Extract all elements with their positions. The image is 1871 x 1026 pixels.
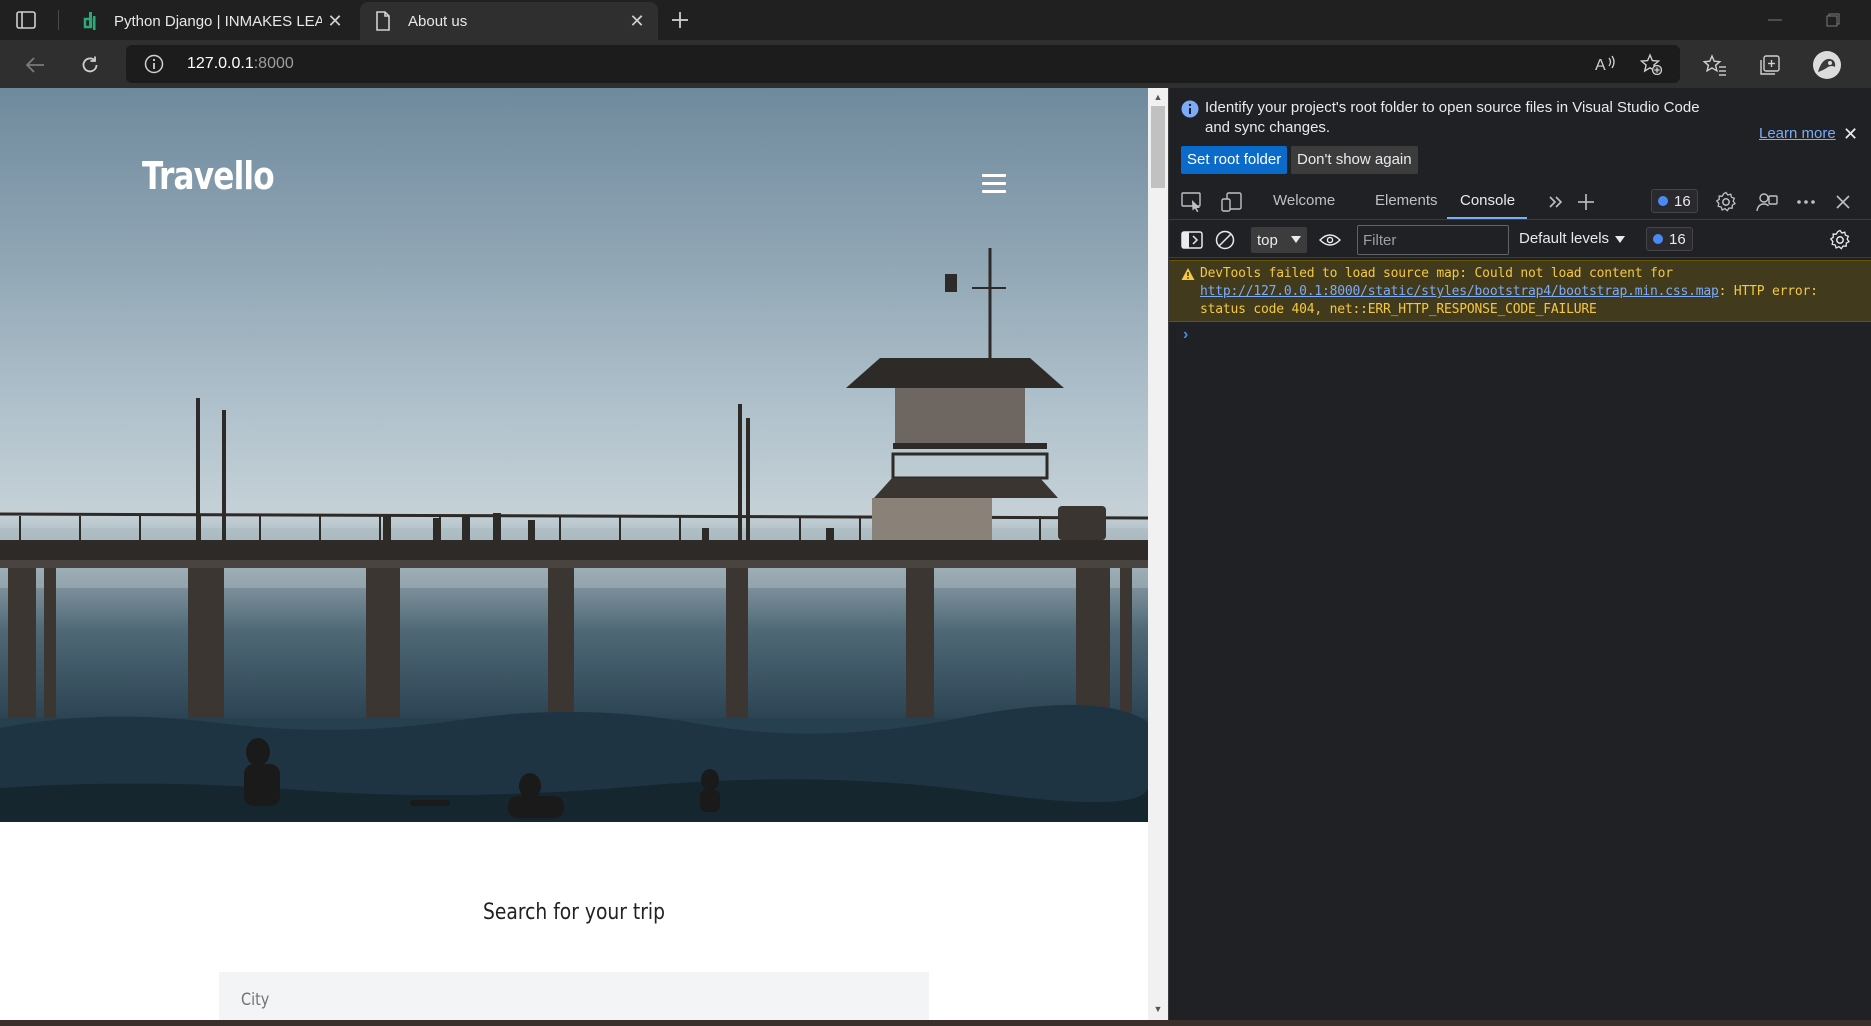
scrollbar-thumb[interactable] — [1151, 106, 1165, 188]
show-sidebar-icon[interactable] — [1180, 228, 1204, 252]
address-bar[interactable]: 127.0.0.1:8000 A — [126, 45, 1680, 83]
add-favorite-icon[interactable] — [1639, 52, 1663, 76]
hamburger-bar — [982, 174, 1006, 177]
tab-title: About us — [408, 12, 468, 30]
tab-about-us[interactable]: About us ✕ — [360, 2, 658, 40]
messages-badge[interactable]: 16 — [1646, 227, 1693, 251]
tab-strip: Python Django | INMAKES LEARNING HUB ✕ A… — [0, 0, 1871, 40]
pier-photo — [0, 248, 1148, 822]
clear-console-icon[interactable] — [1213, 228, 1237, 252]
tab-separator — [58, 10, 59, 30]
scroll-down-icon[interactable]: ▼ — [1153, 1004, 1163, 1014]
add-tab-icon[interactable] — [1574, 190, 1598, 214]
device-emulation-icon[interactable] — [1220, 190, 1244, 214]
learn-more-link[interactable]: Learn more — [1759, 125, 1836, 142]
tab-django[interactable]: Python Django | INMAKES LEARNING HUB ✕ — [66, 2, 356, 40]
site-brand-logo[interactable]: Travello — [142, 154, 275, 198]
info-icon — [1181, 100, 1199, 118]
page-favicon-icon — [372, 10, 394, 32]
url-host: 127.0.0.1 — [187, 55, 254, 72]
settings-gear-icon[interactable] — [1714, 190, 1738, 214]
more-tabs-chevron-icon[interactable] — [1544, 190, 1568, 214]
browser-toolbar: 127.0.0.1:8000 A — [0, 40, 1871, 88]
chevron-down-icon — [1291, 236, 1301, 243]
tab-title: Python Django | INMAKES LEARNING HUB — [114, 12, 322, 30]
hamburger-menu-icon[interactable] — [982, 174, 1006, 194]
inspect-element-icon[interactable] — [1180, 190, 1204, 214]
restore-icon[interactable] — [1821, 8, 1845, 32]
favorites-icon[interactable] — [1700, 50, 1730, 80]
profile-avatar-icon[interactable] — [1812, 50, 1842, 80]
issues-count: 16 — [1674, 192, 1691, 210]
more-options-icon[interactable] — [1794, 190, 1818, 214]
close-devtools-icon[interactable] — [1831, 190, 1855, 214]
context-value: top — [1257, 231, 1278, 249]
console-settings-gear-icon[interactable] — [1828, 228, 1852, 252]
hamburger-bar — [982, 190, 1006, 193]
read-aloud-icon[interactable]: A — [1594, 52, 1618, 76]
django-favicon-icon — [78, 10, 100, 32]
tab-actions-icon[interactable] — [14, 8, 38, 32]
log-levels-label: Default levels — [1519, 230, 1610, 247]
infobar-close-icon[interactable]: ✕ — [1843, 124, 1858, 145]
console-prompt[interactable]: › — [1183, 326, 1188, 344]
minimize-icon[interactable] — [1763, 8, 1787, 32]
customize-icon[interactable] — [1755, 190, 1779, 214]
message-icon — [1653, 234, 1663, 244]
messages-count: 16 — [1669, 230, 1686, 248]
warning-icon — [1181, 267, 1195, 281]
infobar-text: Identify your project's root folder to o… — [1205, 99, 1700, 136]
city-label: City — [241, 990, 270, 1010]
infobar: Identify your project's root folder to o… — [1169, 88, 1871, 180]
console-filter-input[interactable] — [1357, 225, 1509, 255]
tab-console[interactable]: Console — [1460, 192, 1515, 209]
tab-welcome[interactable]: Welcome — [1273, 192, 1335, 209]
collections-icon[interactable] — [1755, 50, 1785, 80]
active-tab-indicator — [1447, 217, 1527, 219]
devtools-tabbar: Welcome Elements Console 16 — [1169, 182, 1871, 220]
hamburger-bar — [982, 182, 1006, 185]
page-scrollbar[interactable]: ▲ ▼ — [1148, 88, 1168, 1020]
url-port: :8000 — [253, 55, 294, 72]
taskbar-edge — [0, 1020, 1871, 1026]
log-levels-dropdown[interactable]: Default levels — [1519, 230, 1626, 247]
scroll-up-icon[interactable]: ▲ — [1153, 92, 1163, 102]
site-info-icon[interactable] — [144, 54, 164, 74]
tab-elements[interactable]: Elements — [1375, 192, 1438, 209]
svg-text:A: A — [1595, 57, 1606, 74]
set-root-folder-button[interactable]: Set root folder — [1181, 146, 1288, 174]
warning-prefix: DevTools failed to load source map: Coul… — [1200, 266, 1673, 281]
context-select[interactable]: top — [1251, 227, 1307, 253]
refresh-icon[interactable] — [75, 50, 105, 80]
back-icon[interactable] — [20, 50, 50, 80]
live-expression-eye-icon[interactable] — [1318, 228, 1342, 252]
console-warning-message: DevTools failed to load source map: Coul… — [1169, 260, 1871, 322]
tab-close-icon[interactable]: ✕ — [322, 8, 348, 34]
source-map-link[interactable]: http://127.0.0.1:8000/static/styles/boot… — [1200, 284, 1719, 299]
new-tab-icon[interactable] — [666, 6, 694, 34]
search-section-title: Search for your trip — [483, 900, 665, 925]
devtools-panel: Identify your project's root folder to o… — [1168, 88, 1871, 1020]
hero-image: Travello — [0, 88, 1148, 822]
city-field[interactable]: City — [219, 972, 929, 1020]
tab-close-icon[interactable]: ✕ — [624, 8, 650, 34]
message-icon — [1658, 196, 1668, 206]
chevron-down-icon — [1615, 235, 1626, 243]
issues-badge[interactable]: 16 — [1651, 189, 1698, 213]
url-text: 127.0.0.1:8000 — [187, 55, 294, 73]
warning-text: DevTools failed to load source map: Coul… — [1200, 265, 1860, 319]
page-viewport: Travello Search for your trip City — [0, 88, 1148, 1020]
console-toolbar: top Default levels 16 — [1169, 220, 1871, 258]
dont-show-again-button[interactable]: Don't show again — [1291, 146, 1418, 174]
